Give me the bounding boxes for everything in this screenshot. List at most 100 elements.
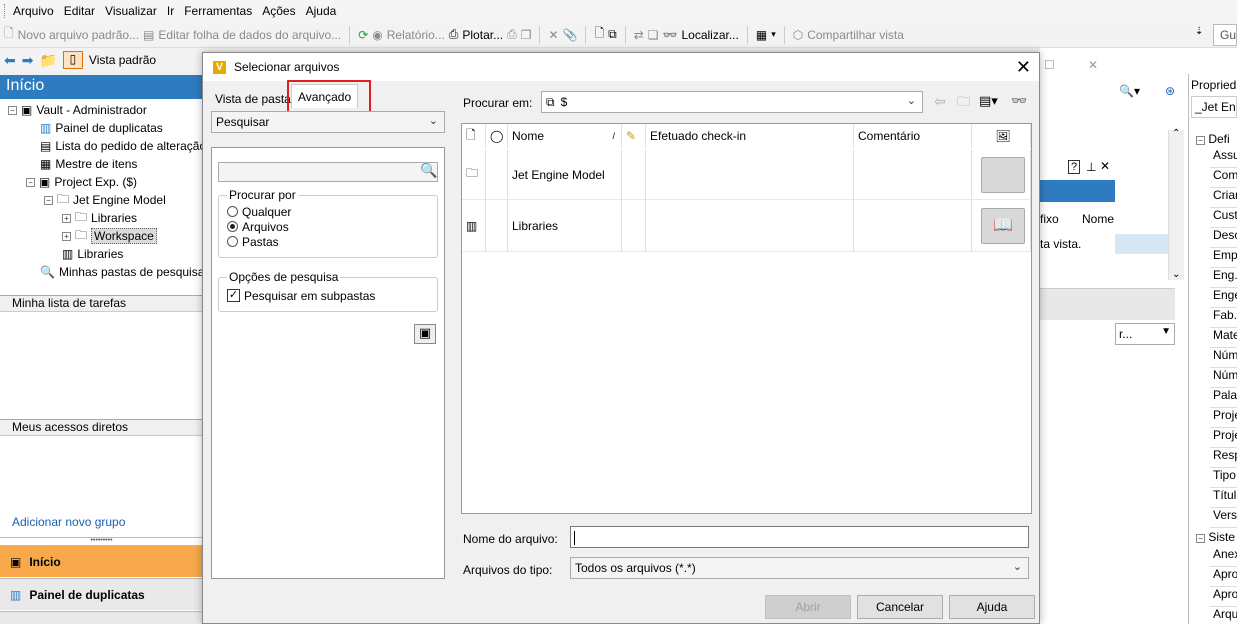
col-status-icon[interactable]: ◯ [486, 124, 508, 148]
search-input[interactable] [218, 162, 438, 182]
property-row[interactable]: Títul [1210, 488, 1237, 508]
property-row[interactable]: Enge [1210, 288, 1237, 308]
filter-button[interactable]: ▦ ▾ [756, 28, 776, 42]
save-search-icon[interactable]: ▣ [414, 324, 436, 344]
menu-arquivo[interactable]: Arquivo [13, 4, 54, 18]
property-row[interactable]: Palav [1210, 388, 1237, 408]
property-row[interactable]: Núm [1210, 368, 1237, 388]
property-row[interactable]: Apro [1210, 587, 1237, 607]
radio-button[interactable] [227, 206, 238, 217]
property-row[interactable]: Apro [1210, 567, 1237, 587]
chevron-circle-icon[interactable]: ⊛ [1165, 84, 1175, 98]
menu-acoes[interactable]: Ações [262, 4, 295, 18]
binoculars-icon[interactable]: 👓 [1011, 93, 1027, 109]
property-row[interactable]: Assu [1210, 148, 1237, 168]
delete-button[interactable]: ✕ [548, 28, 558, 42]
property-row[interactable]: Arqu [1210, 607, 1237, 624]
add-group-link[interactable]: Adicionar novo grupo [12, 515, 125, 529]
attach-button[interactable]: 📎 [563, 28, 578, 42]
new-doc-button[interactable]: 🗋 [594, 24, 604, 45]
search-box-partial[interactable]: Gu [1213, 24, 1237, 46]
properties-group-sist[interactable]: − Siste [1196, 530, 1237, 544]
nav-button-duplicates[interactable]: ▥ Painel de duplicatas [0, 578, 203, 610]
open-button[interactable]: Abrir [765, 595, 851, 619]
maximize-icon[interactable]: ☐ [1044, 58, 1055, 72]
col-checkin-header[interactable]: Efetuado check-in [646, 124, 854, 148]
close-pane-icon[interactable]: ✕ [1100, 159, 1110, 173]
table-row[interactable]: 🗀 Jet Engine Model [462, 150, 1031, 200]
collapse-icon[interactable]: − [1196, 136, 1205, 145]
file-name-input[interactable] [570, 526, 1029, 548]
search-mode-select[interactable]: Pesquisar ⌄ [211, 111, 445, 133]
bg-dropdown[interactable]: r... ▼ [1115, 323, 1175, 345]
tree-item-item-master[interactable]: ▦ Mestre de itens [40, 155, 137, 173]
forward-arrow-icon[interactable]: ➡ [22, 52, 34, 69]
collapse-icon[interactable]: − [26, 177, 35, 187]
col-thumbnail-header[interactable]: 🖼 [972, 124, 1031, 148]
radio-folders[interactable]: Pastas [227, 234, 429, 249]
share-view-button[interactable]: ⬡ Compartilhar vista [793, 28, 904, 42]
cancel-button[interactable]: Cancelar [857, 595, 943, 619]
collapse-icon[interactable]: − [1196, 534, 1205, 543]
radio-files[interactable]: Arquivos [227, 219, 429, 234]
property-row[interactable]: Emp [1210, 248, 1237, 268]
edit-datasheet-button[interactable]: ▤ Editar folha de dados do arquivo... [143, 28, 341, 42]
radio-any[interactable]: Qualquer [227, 204, 429, 219]
subfolders-checkbox-row[interactable]: ✓ Pesquisar em subpastas [227, 288, 429, 303]
report-button[interactable]: ◉ Relatório... [372, 28, 445, 42]
refresh-button[interactable]: ⟳ [358, 28, 368, 42]
property-row[interactable]: Cust [1210, 208, 1237, 228]
print-button[interactable]: ⎙ [507, 27, 517, 42]
help-icon[interactable]: ? [1068, 160, 1081, 174]
link-button[interactable]: ⧉ [608, 27, 617, 42]
property-row[interactable]: Mate [1210, 328, 1237, 348]
property-row[interactable]: Núm [1210, 348, 1237, 368]
back-arrow-icon[interactable]: ⬅ [4, 52, 16, 69]
tree-item-search-folders[interactable]: 🔍 Minhas pastas de pesquisa [40, 263, 204, 281]
tab-folder-view[interactable]: Vista de pasta [209, 87, 297, 111]
menu-ir[interactable]: Ir [167, 4, 174, 18]
col-name-header[interactable]: Nome / [508, 124, 622, 148]
menu-ajuda[interactable]: Ajuda [306, 4, 337, 18]
collapse-icon[interactable]: − [8, 105, 17, 115]
search-icon[interactable]: 🔍 [420, 162, 437, 179]
property-row[interactable]: Fab. [1210, 308, 1237, 328]
tree-item-vault[interactable]: − ▣ Vault - Administrador [8, 101, 147, 119]
tree-item-project-explorer[interactable]: − ▣ Project Exp. ($) [26, 173, 137, 191]
new-file-button[interactable]: 🗋 Novo arquivo padrão... [4, 24, 139, 45]
file-type-select[interactable]: Todos os arquivos (*.*) ⌄ [570, 557, 1029, 579]
tree-item-libraries-sub[interactable]: + 🗀 Libraries [62, 209, 137, 227]
nav-button-next[interactable] [0, 611, 203, 624]
property-row[interactable]: Proje [1210, 428, 1237, 448]
plot-button[interactable]: ⎙ Plotar... [449, 27, 503, 42]
duplicate-button[interactable]: ❏ [648, 28, 659, 42]
property-row[interactable]: Versa [1210, 508, 1237, 528]
tree-item-libraries[interactable]: ▥ Libraries [62, 245, 123, 263]
shortcuts-section[interactable]: Meus acessos diretos [0, 419, 203, 436]
tree-item-jet-engine[interactable]: − 🗀 Jet Engine Model [44, 191, 166, 209]
col-type-icon[interactable]: 🗋 [462, 124, 486, 148]
bg-scrollbar[interactable]: ⌃ ⌄ [1168, 128, 1184, 280]
close-icon[interactable]: ✕ [1088, 58, 1098, 72]
property-row[interactable]: Eng. [1210, 268, 1237, 288]
task-list-section[interactable]: Minha lista de tarefas [0, 295, 203, 312]
property-row[interactable]: Criar [1210, 188, 1237, 208]
look-in-select[interactable]: ⧉ $ ⌄ [541, 91, 923, 113]
pin-icon[interactable]: ⊥ [1086, 160, 1096, 174]
dialog-close-icon[interactable]: ✕ [1016, 57, 1031, 78]
property-row[interactable]: Com [1210, 168, 1237, 188]
copy-button[interactable]: ❐ [521, 28, 532, 42]
property-row[interactable]: Anex [1210, 547, 1237, 567]
property-row[interactable]: Proje [1210, 408, 1237, 428]
col-comment-header[interactable]: Comentário [854, 124, 972, 148]
search-options-icon[interactable]: 🔍▾ [1119, 84, 1140, 98]
tree-item-workspace[interactable]: + 🗀 Workspace [62, 227, 157, 245]
checkbox-checked[interactable]: ✓ [227, 289, 240, 302]
property-row[interactable]: Desc [1210, 228, 1237, 248]
pane-toggle-icon[interactable]: ▯ [62, 51, 83, 69]
property-row[interactable]: Resp [1210, 448, 1237, 468]
radio-button[interactable] [227, 236, 238, 247]
properties-object[interactable]: _Jet Eng [1191, 96, 1237, 118]
view-menu-icon[interactable]: ▤▾ [979, 93, 998, 109]
help-button[interactable]: Ajuda [949, 595, 1035, 619]
